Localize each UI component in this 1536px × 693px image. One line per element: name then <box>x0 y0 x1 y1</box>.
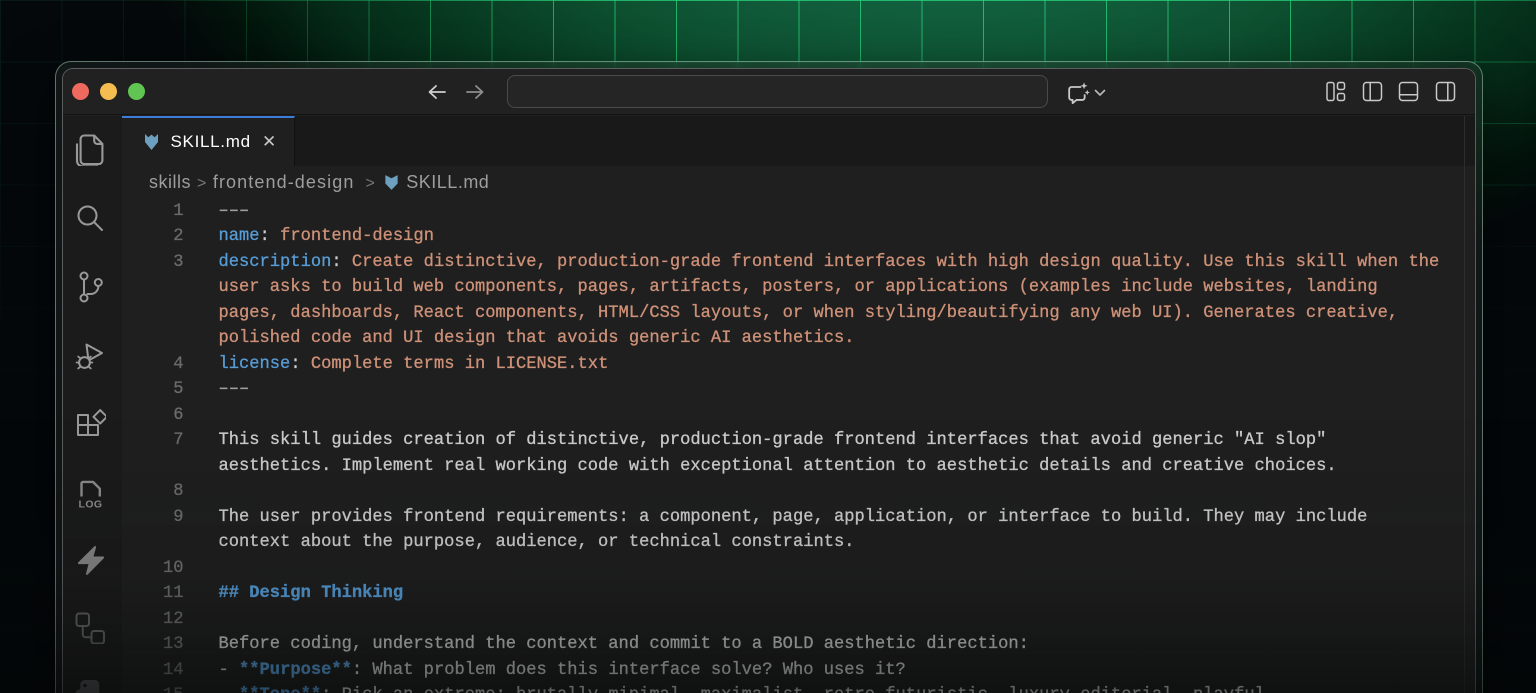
svg-text:LOG: LOG <box>79 498 103 508</box>
